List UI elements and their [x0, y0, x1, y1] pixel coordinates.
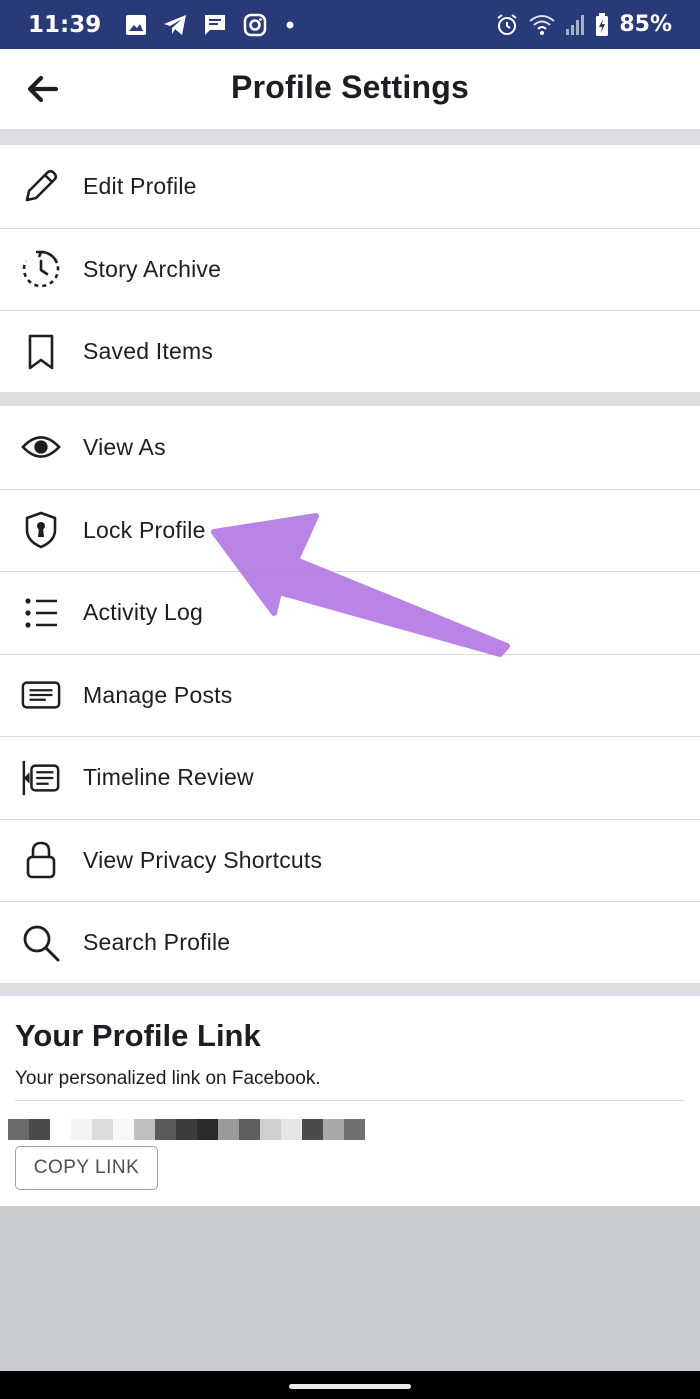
menu-item-edit-profile[interactable]: Edit Profile	[0, 145, 700, 228]
instagram-icon	[243, 13, 267, 36]
battery-icon	[596, 12, 609, 36]
menu-item-search-profile[interactable]: Search Profile	[0, 901, 700, 984]
menu-label: Edit Profile	[83, 172, 197, 199]
divider	[0, 983, 700, 996]
menu-item-timeline-review[interactable]: Timeline Review	[0, 736, 700, 819]
menu-label: Saved Items	[83, 338, 214, 365]
empty-area	[0, 1206, 700, 1371]
wifi-icon	[529, 14, 555, 35]
divider	[0, 129, 700, 145]
bookmark-icon	[21, 332, 61, 372]
posts-icon	[21, 675, 61, 715]
divider	[0, 392, 700, 406]
status-bar: 11:39 85%	[0, 0, 700, 49]
clock-archive-icon	[21, 249, 61, 289]
home-indicator[interactable]	[289, 1384, 411, 1389]
notification-icons	[125, 13, 297, 37]
menu-label: View Privacy Shortcuts	[83, 846, 323, 873]
header-bar: Profile Settings	[0, 49, 700, 129]
menu-label: View As	[83, 433, 166, 460]
status-time: 11:39	[28, 11, 102, 38]
menu-group-privacy: View As Lock Profile Activity Log Manage…	[0, 406, 700, 984]
copy-link-button[interactable]: COPY LINK	[15, 1146, 158, 1190]
alarm-icon	[497, 13, 517, 35]
list-icon	[21, 593, 61, 633]
menu-label: Lock Profile	[83, 516, 206, 543]
system-nav-bar	[0, 1371, 700, 1399]
signal-icon	[566, 14, 585, 35]
message-icon	[205, 14, 226, 35]
battery-percent: 85%	[619, 12, 672, 37]
system-icons: 85%	[495, 12, 672, 37]
eye-icon	[21, 427, 61, 467]
menu-item-manage-posts[interactable]: Manage Posts	[0, 653, 700, 737]
menu-group-content: Edit Profile Story Archive Saved Items	[0, 145, 700, 393]
telegram-icon	[164, 14, 187, 35]
menu-label: Story Archive	[83, 255, 222, 282]
menu-item-story-archive[interactable]: Story Archive	[0, 227, 700, 311]
section-subtitle: Your personalized link on Facebook.	[15, 1068, 321, 1089]
menu-label: Activity Log	[83, 599, 204, 626]
timeline-review-icon	[21, 758, 61, 798]
menu-item-activity-log[interactable]: Activity Log	[0, 571, 700, 654]
menu-item-view-as[interactable]: View As	[0, 406, 700, 489]
search-icon	[21, 923, 61, 963]
page-title: Profile Settings	[231, 69, 469, 105]
menu-label: Timeline Review	[83, 764, 254, 791]
shield-lock-icon	[21, 510, 61, 550]
section-title: Your Profile Link	[15, 1018, 261, 1053]
gallery-icon	[126, 14, 147, 35]
menu-item-saved-items[interactable]: Saved Items	[0, 310, 700, 393]
profile-link-section: Your Profile Link Your personalized link…	[0, 996, 700, 1206]
pencil-icon	[21, 166, 61, 206]
dot-icon	[286, 21, 294, 28]
redacted-link	[8, 1119, 365, 1140]
menu-item-view-privacy-shortcuts[interactable]: View Privacy Shortcuts	[0, 818, 700, 902]
padlock-icon	[21, 840, 61, 880]
menu-label: Search Profile	[83, 929, 231, 956]
menu-label: Manage Posts	[83, 681, 233, 708]
divider	[15, 1100, 685, 1101]
menu-item-lock-profile[interactable]: Lock Profile	[0, 488, 700, 572]
